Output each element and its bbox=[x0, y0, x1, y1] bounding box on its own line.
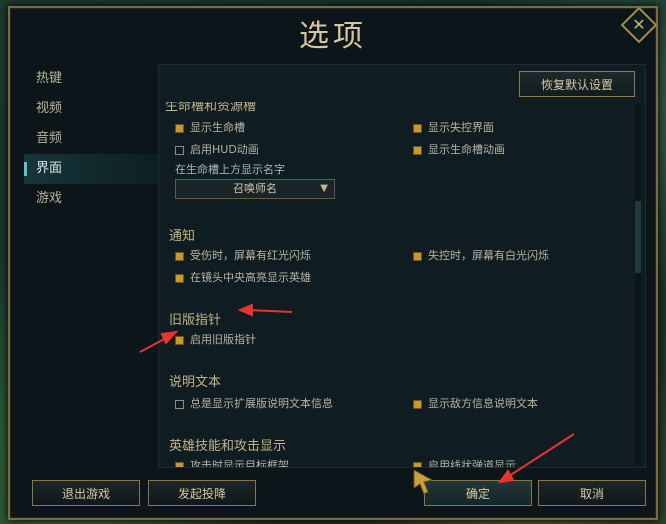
sidebar-item-audio[interactable]: 音频 bbox=[24, 124, 160, 154]
sidebar-item-video[interactable]: 视频 bbox=[24, 94, 160, 124]
checkbox-checked[interactable] bbox=[175, 335, 184, 345]
option-red-flash[interactable]: 受伤时，屏幕有红光闪烁 bbox=[175, 247, 311, 263]
section-title-notifications: 通知 bbox=[169, 229, 196, 244]
option-show-health-bar[interactable]: 显示生命槽 bbox=[175, 119, 245, 135]
sidebar: 热键 视频 音频 界面 游戏 bbox=[24, 64, 160, 464]
checkbox-checked[interactable] bbox=[175, 461, 184, 467]
option-health-bar-animation[interactable]: 显示生命槽动画 bbox=[413, 141, 505, 157]
option-white-flash[interactable]: 失控时，屏幕有白光闪烁 bbox=[413, 247, 549, 263]
mouse-cursor-icon bbox=[413, 469, 434, 495]
surrender-button[interactable]: 发起投降 bbox=[148, 480, 256, 506]
checkbox-checked[interactable] bbox=[175, 123, 184, 133]
option-legacy-cursor[interactable]: 启用旧版指针 bbox=[175, 331, 256, 347]
sidebar-item-game[interactable]: 游戏 bbox=[24, 184, 160, 214]
option-attack-target-frame[interactable]: 攻击时显示目标框架 bbox=[175, 457, 289, 467]
section-title-tooltips: 说明文本 bbox=[169, 375, 222, 390]
checkbox-checked[interactable] bbox=[175, 251, 184, 261]
cancel-button[interactable]: 取消 bbox=[538, 480, 646, 506]
scroll-thumb[interactable] bbox=[635, 201, 641, 273]
option-line-missile[interactable]: 启用线状弹道显示 bbox=[413, 457, 516, 467]
scrollbar[interactable] bbox=[635, 105, 641, 465]
quit-game-button[interactable]: 退出游戏 bbox=[32, 480, 140, 506]
checkbox-checked[interactable] bbox=[413, 123, 422, 133]
section-title-health: 生命槽和资源槽 bbox=[165, 99, 257, 114]
option-hud-animation[interactable]: 启用HUD动画 bbox=[175, 141, 259, 157]
checkbox-unchecked[interactable] bbox=[175, 145, 184, 155]
restore-defaults-button[interactable]: 恢复默认设置 bbox=[519, 71, 635, 97]
sidebar-item-hotkeys[interactable]: 热键 bbox=[24, 64, 160, 94]
option-enemy-tooltips[interactable]: 显示敌方信息说明文本 bbox=[413, 395, 538, 411]
checkbox-checked[interactable] bbox=[413, 399, 422, 409]
option-show-cc-ui[interactable]: 显示失控界面 bbox=[413, 119, 494, 135]
sidebar-item-interface[interactable]: 界面 bbox=[24, 154, 160, 184]
options-dialog: 选项 ✕ 热键 视频 音频 界面 游戏 恢复默认设置 生命槽和资源槽 显示生命槽… bbox=[8, 6, 658, 520]
section-title-legacy-cursor: 旧版指针 bbox=[169, 313, 222, 328]
settings-panel: 恢复默认设置 生命槽和资源槽 显示生命槽 显示失控界面 启用HUD动画 显示生命… bbox=[158, 64, 646, 468]
name-display-label: 在生命槽上方显示名字 bbox=[175, 163, 285, 176]
checkbox-unchecked[interactable] bbox=[175, 399, 184, 409]
option-highlight-champion[interactable]: 在镜头中央高亮显示英雄 bbox=[175, 269, 311, 285]
option-extended-tooltips[interactable]: 总是显示扩展版说明文本信息 bbox=[175, 395, 333, 411]
name-display-dropdown[interactable]: 召唤师名 ▼ bbox=[175, 179, 335, 199]
checkbox-checked[interactable] bbox=[413, 251, 422, 261]
chevron-down-icon: ▼ bbox=[320, 183, 328, 194]
section-title-abilities: 英雄技能和攻击显示 bbox=[169, 439, 287, 454]
checkbox-checked[interactable] bbox=[175, 273, 184, 283]
close-icon: ✕ bbox=[632, 15, 646, 34]
checkbox-checked[interactable] bbox=[413, 145, 422, 155]
dialog-title: 选项 bbox=[299, 19, 367, 54]
